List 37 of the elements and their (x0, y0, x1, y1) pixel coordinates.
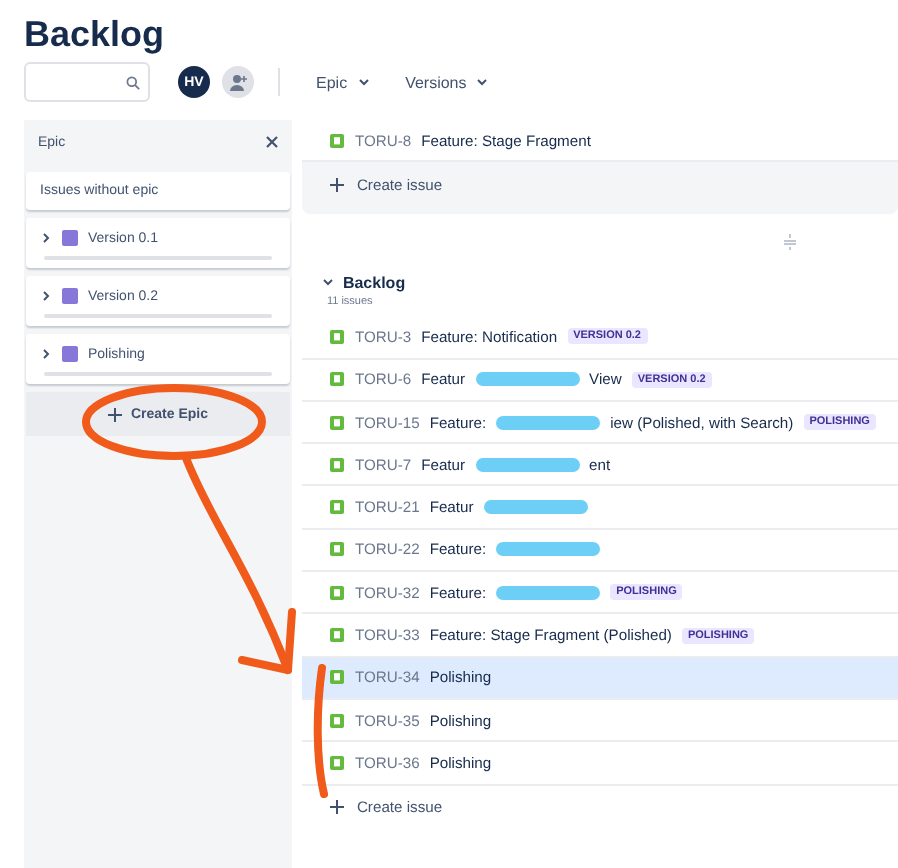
search-field[interactable] (24, 62, 150, 102)
search-icon (126, 75, 140, 89)
redaction-scribble (496, 542, 601, 557)
story-icon (330, 500, 345, 515)
story-icon (330, 713, 345, 728)
annotation-bracket (313, 664, 328, 798)
chevron-icon (40, 232, 52, 244)
close-icon[interactable] (266, 136, 279, 148)
story-icon (330, 372, 345, 387)
filter-dropdown[interactable]: Versions (393, 69, 501, 95)
story-icon (330, 329, 345, 344)
filter-dropdown[interactable]: Epic (304, 69, 382, 95)
page-title: Backlog (24, 12, 167, 56)
redaction-scribble (483, 500, 588, 515)
chevron-icon (40, 290, 52, 302)
add-person-icon[interactable] (222, 66, 254, 98)
chevron-icon (476, 76, 489, 88)
backlog-header[interactable]: Backlog (302, 268, 898, 297)
story-icon (330, 670, 345, 685)
redaction-scribble (496, 415, 601, 430)
story-icon (330, 415, 345, 430)
plus-icon (330, 800, 345, 815)
story-icon (330, 133, 345, 148)
story-icon (330, 628, 345, 643)
redaction-scribble (475, 372, 580, 387)
story-icon (330, 542, 345, 557)
plus-icon (330, 177, 345, 192)
plus-icon (108, 407, 123, 421)
redaction-scribble (475, 457, 580, 472)
chevron-icon (357, 76, 370, 88)
chevron-icon (322, 276, 335, 289)
story-icon (330, 457, 345, 472)
story-icon (330, 755, 345, 770)
chevron-icon (40, 348, 52, 360)
story-icon (330, 585, 345, 600)
redaction-scribble (496, 585, 601, 600)
drag-handle-icon[interactable] (782, 233, 798, 250)
